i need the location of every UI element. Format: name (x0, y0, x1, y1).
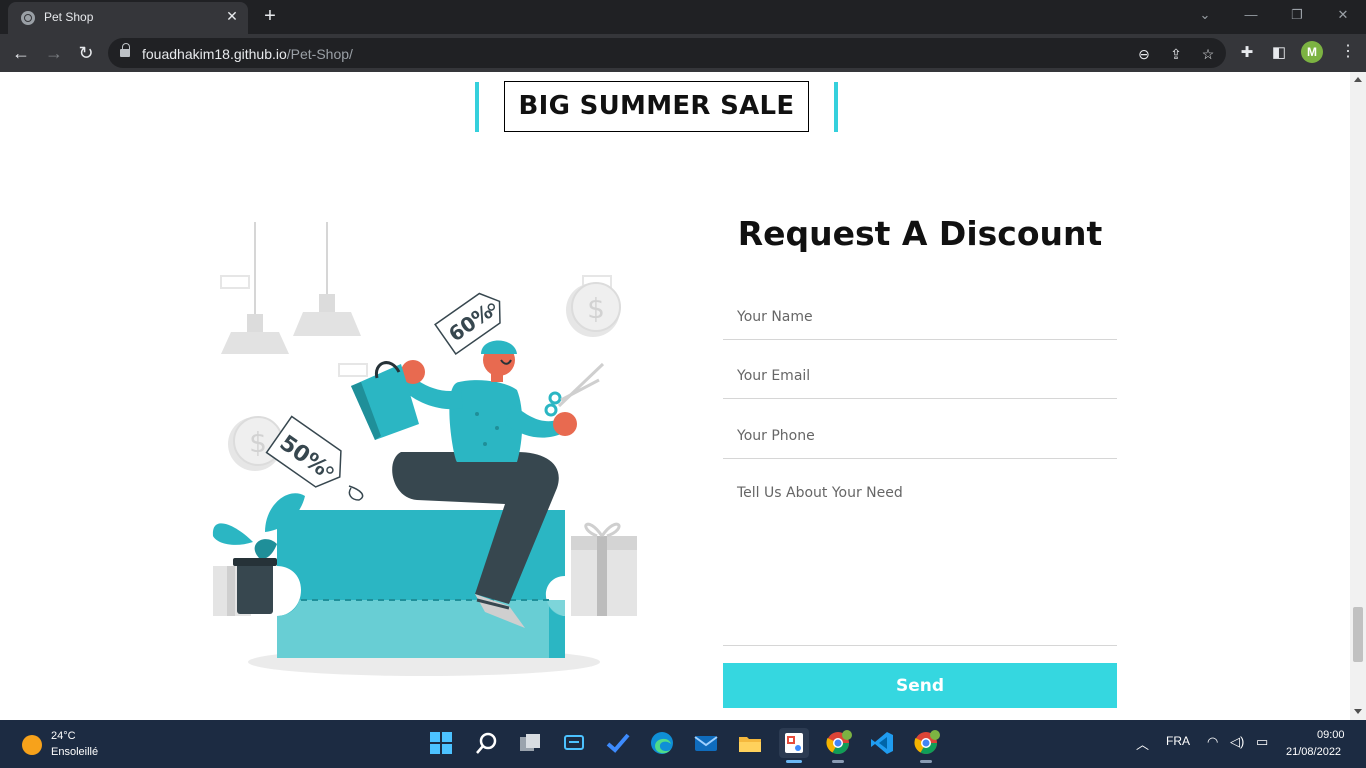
reload-button[interactable]: ↻ (74, 41, 98, 65)
active-indicator (786, 760, 802, 763)
close-tab-icon[interactable]: ✕ (224, 8, 240, 24)
tab-title: Pet Shop (44, 10, 94, 24)
search-button[interactable] (471, 728, 501, 758)
chrome-app-profile[interactable] (911, 728, 941, 763)
weather-condition[interactable]: Ensoleillé (51, 746, 98, 758)
windows-logo-icon (430, 732, 452, 754)
vscode-icon (871, 732, 893, 754)
clock-date[interactable]: 21/08/2022 (1286, 746, 1341, 758)
forward-button[interactable]: → (42, 41, 66, 65)
sale-left-bar (475, 82, 479, 132)
send-button[interactable]: Send (723, 663, 1117, 708)
new-tab-button[interactable]: + (260, 6, 280, 26)
bookmark-star-icon[interactable]: ☆ (1199, 45, 1217, 63)
scroll-up-icon[interactable] (1354, 77, 1362, 82)
svg-text:$: $ (587, 292, 605, 325)
chrome-icon (914, 730, 940, 754)
wifi-icon[interactable]: ◠ (1207, 734, 1218, 750)
folder-icon (739, 737, 761, 752)
snipping-tool-app[interactable] (779, 728, 809, 763)
clock-time[interactable]: 09:00 (1317, 729, 1345, 741)
email-field[interactable] (723, 354, 1117, 399)
chrome-app[interactable] (823, 728, 853, 763)
need-textarea[interactable] (723, 475, 1117, 646)
language-indicator[interactable]: FRA (1166, 734, 1190, 748)
back-button[interactable]: ← (9, 41, 33, 65)
edge-app[interactable] (647, 728, 677, 758)
mail-icon (694, 736, 718, 751)
side-panel-icon[interactable]: ◧ (1269, 43, 1289, 63)
task-view-button[interactable] (515, 728, 545, 758)
widgets-button[interactable] (559, 728, 589, 758)
scrollbar-thumb[interactable] (1353, 607, 1363, 662)
windows-taskbar: 24°C Ensoleillé ︿ FRA ◠ ◁) ▭ 09:00 21/08… (0, 720, 1366, 768)
url-path: /Pet-Shop/ (286, 46, 353, 62)
page-scrollbar[interactable] (1350, 72, 1366, 720)
browser-toolbar: ← → ↻ fouadhakim18.github.io/Pet-Shop/ ⊖… (0, 34, 1366, 72)
zoom-icon[interactable]: ⊖ (1135, 45, 1153, 63)
edge-icon (651, 732, 673, 754)
sale-banner: BIG SUMMER SALE (504, 81, 809, 132)
name-field[interactable] (723, 295, 1117, 340)
browser-tab-strip: Pet Shop ✕ + ⌄ — ❐ ✕ (0, 0, 1366, 34)
web-page: BIG SUMMER SALE $ $ 60% 50% Request A Di… (0, 72, 1350, 720)
weather-temperature[interactable]: 24°C (51, 730, 76, 742)
share-icon[interactable]: ⇪ (1167, 45, 1185, 63)
sale-illustration: $ $ 60% 50% (212, 222, 637, 676)
checkmark-icon (606, 733, 630, 753)
search-icon (476, 732, 497, 754)
globe-icon (21, 11, 35, 25)
todo-app[interactable] (603, 728, 633, 758)
file-explorer-app[interactable] (735, 728, 765, 758)
minimize-button[interactable]: — (1241, 5, 1261, 25)
running-indicator (832, 760, 844, 763)
form-title: Request A Discount (737, 214, 1103, 253)
browser-menu-icon[interactable]: ⋮ (1338, 41, 1358, 63)
widgets-icon (564, 735, 584, 750)
sale-right-bar (834, 82, 838, 132)
mail-app[interactable] (691, 728, 721, 758)
sun-icon[interactable] (22, 735, 42, 755)
chrome-icon (826, 730, 852, 754)
running-indicator (920, 760, 932, 763)
extensions-icon[interactable]: ✚ (1237, 43, 1257, 63)
show-hidden-icons-icon[interactable]: ︿ (1136, 734, 1149, 753)
lock-icon[interactable] (120, 43, 130, 58)
volume-icon[interactable]: ◁) (1230, 734, 1244, 750)
snipping-tool-icon (785, 733, 803, 753)
browser-tab[interactable]: Pet Shop ✕ (8, 2, 248, 34)
vscode-app[interactable] (867, 728, 897, 758)
profile-avatar[interactable]: M (1301, 41, 1323, 63)
scroll-down-icon[interactable] (1354, 709, 1362, 714)
phone-field[interactable] (723, 413, 1117, 459)
url-host: fouadhakim18.github.io (142, 46, 287, 62)
svg-text:$: $ (249, 426, 267, 459)
start-button[interactable] (426, 728, 456, 758)
close-window-button[interactable]: ✕ (1333, 5, 1353, 25)
url-text[interactable]: fouadhakim18.github.io/Pet-Shop/ (142, 46, 353, 62)
restore-button[interactable]: ❐ (1287, 5, 1307, 25)
tab-search-icon[interactable]: ⌄ (1195, 5, 1215, 25)
task-view-icon (520, 734, 540, 751)
address-bar[interactable]: fouadhakim18.github.io/Pet-Shop/ ⊖ ⇪ ☆ (108, 38, 1226, 68)
battery-icon[interactable]: ▭ (1256, 734, 1268, 750)
